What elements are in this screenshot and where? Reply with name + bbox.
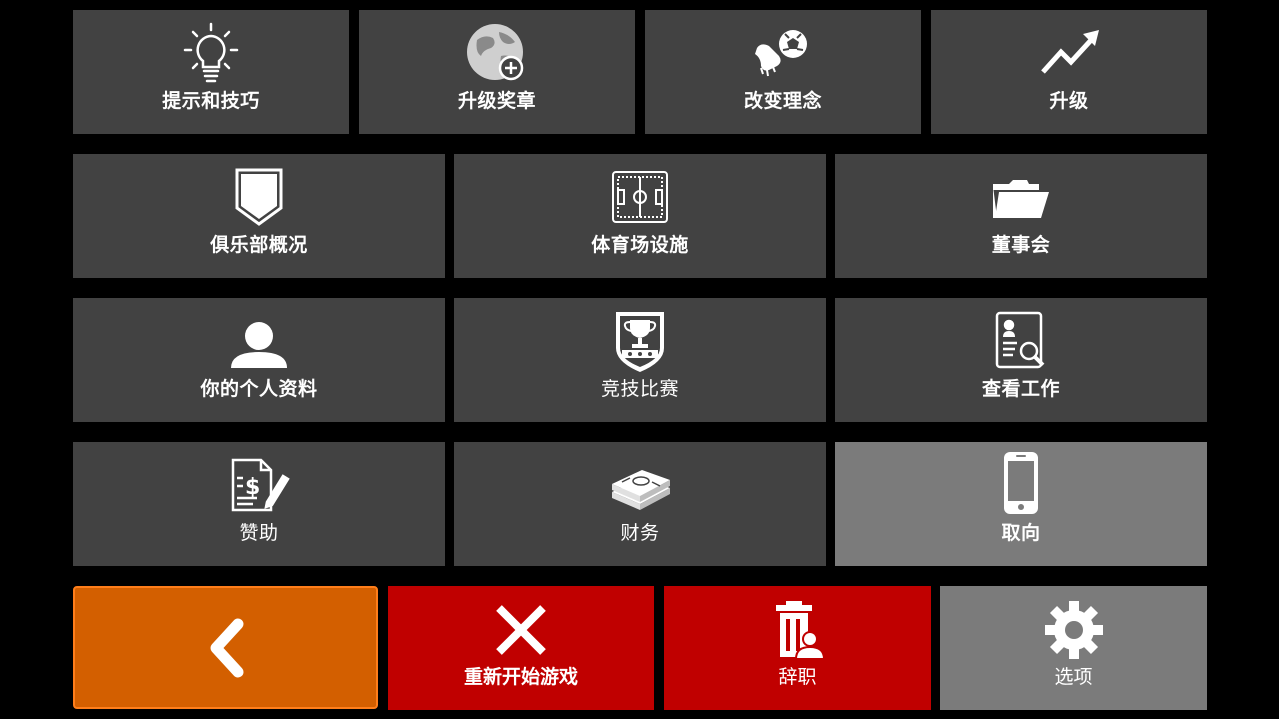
contract-icon: $ bbox=[227, 454, 291, 516]
orientation-label: 取向 bbox=[1001, 522, 1041, 544]
change-philosophy-label: 改变理念 bbox=[743, 90, 822, 112]
finances-tile[interactable]: 财务 bbox=[454, 442, 826, 566]
restart-game-button[interactable]: 重新开始游戏 bbox=[388, 586, 654, 710]
profile-label: 你的个人资料 bbox=[200, 378, 318, 400]
sponsorship-label: 赞助 bbox=[239, 522, 279, 544]
boot-ball-icon bbox=[751, 22, 815, 84]
upgrade-badges-tile[interactable]: 升级奖章 bbox=[359, 10, 635, 134]
orientation-tile[interactable]: 取向 bbox=[835, 442, 1207, 566]
stadium-facilities-label: 体育场设施 bbox=[591, 234, 689, 256]
money-stack-icon bbox=[608, 454, 672, 516]
options-button[interactable]: 选项 bbox=[940, 586, 1207, 710]
lightbulb-icon bbox=[179, 22, 243, 84]
tips-label: 提示和技巧 bbox=[162, 90, 260, 112]
resign-label: 辞职 bbox=[778, 666, 817, 688]
job-search-icon bbox=[991, 310, 1051, 372]
view-jobs-tile[interactable]: 查看工作 bbox=[835, 298, 1207, 422]
sponsorship-tile[interactable]: $ 赞助 bbox=[73, 442, 445, 566]
tips-tile[interactable]: 提示和技巧 bbox=[73, 10, 349, 134]
stadium-facilities-tile[interactable]: 体育场设施 bbox=[454, 154, 826, 278]
trend-up-icon bbox=[1037, 22, 1101, 84]
gear-icon bbox=[1043, 598, 1105, 662]
board-label: 董事会 bbox=[991, 234, 1051, 256]
folder-icon bbox=[989, 166, 1053, 228]
restart-game-label: 重新开始游戏 bbox=[463, 666, 578, 688]
trophy-badge-icon bbox=[612, 310, 668, 372]
back-button[interactable] bbox=[73, 586, 378, 709]
shield-icon bbox=[234, 166, 284, 228]
phone-icon bbox=[1001, 450, 1041, 516]
close-icon bbox=[491, 598, 551, 662]
board-tile[interactable]: 董事会 bbox=[835, 154, 1207, 278]
upgrade-label: 升级 bbox=[1049, 90, 1089, 112]
upgrade-tile[interactable]: 升级 bbox=[931, 10, 1207, 134]
change-philosophy-tile[interactable]: 改变理念 bbox=[645, 10, 921, 134]
club-info-label: 俱乐部概况 bbox=[210, 234, 308, 256]
profile-tile[interactable]: 你的个人资料 bbox=[73, 298, 445, 422]
finances-label: 财务 bbox=[620, 522, 660, 544]
club-info-tile[interactable]: 俱乐部概况 bbox=[73, 154, 445, 278]
svg-text:$: $ bbox=[245, 475, 260, 500]
pitch-icon bbox=[610, 166, 670, 228]
trash-person-icon bbox=[768, 598, 828, 662]
upgrade-badges-label: 升级奖章 bbox=[457, 90, 536, 112]
globe-plus-icon bbox=[465, 22, 529, 84]
options-label: 选项 bbox=[1054, 666, 1093, 688]
competitions-tile[interactable]: 竞技比赛 bbox=[454, 298, 826, 422]
competitions-label: 竞技比赛 bbox=[600, 378, 679, 400]
view-jobs-label: 查看工作 bbox=[981, 378, 1060, 400]
resign-button[interactable]: 辞职 bbox=[664, 586, 931, 710]
chevron-left-icon bbox=[204, 618, 248, 678]
person-icon bbox=[229, 310, 289, 372]
